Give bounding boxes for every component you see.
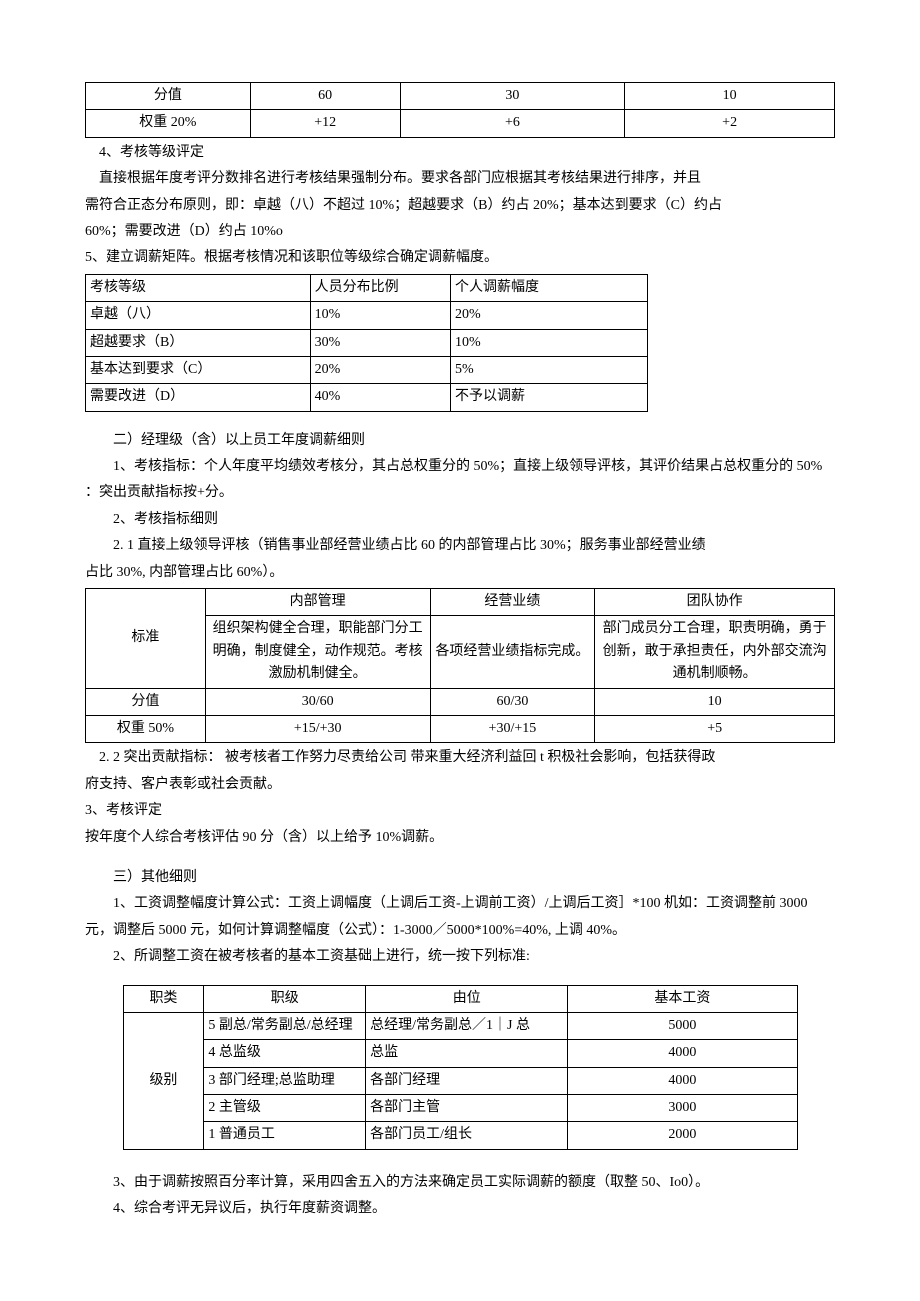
paragraph: ：突出贡献指标按+分。 (85, 482, 835, 504)
paragraph: 60%；需要改进（D）约占 10%o (85, 221, 835, 243)
cell: 4 总监级 (204, 1040, 366, 1067)
cell: 权重 20% (86, 110, 251, 137)
cell: 基本达到要求（C） (86, 356, 311, 383)
paragraph: 4、综合考评无异议后，执行年度薪资调整。 (85, 1198, 835, 1220)
paragraph: 按年度个人综合考核评估 90 分（含）以上给予 10%调薪。 (85, 827, 835, 849)
cell: +15/+30 (205, 715, 430, 742)
cell: 1 普通员工 (204, 1122, 366, 1149)
cell: 组织架构健全合理，职能部门分工明确，制度健全，动作规范。考核激励机制健全。 (205, 616, 430, 688)
header-cell: 标准 (86, 589, 206, 689)
cell: 5000 (568, 1012, 797, 1039)
header-cell: 人员分布比例 (310, 274, 450, 301)
heading-4: 4、考核等级评定 (85, 142, 835, 164)
cell: 2 主管级 (204, 1095, 366, 1122)
cell: 30% (310, 329, 450, 356)
cell: 40% (310, 384, 450, 411)
cell: 分值 (86, 688, 206, 715)
cell: 10% (310, 302, 450, 329)
heading-5: 5、建立调薪矩阵。根据考核情况和该职位等级综合确定调薪幅度。 (85, 247, 835, 269)
cell: 20% (310, 356, 450, 383)
cell: 5% (450, 356, 647, 383)
cell: 总经理/常务副总／1｜J 总 (366, 1012, 568, 1039)
header-cell: 经营业绩 (430, 589, 595, 616)
header-cell: 基本工资 (568, 985, 797, 1012)
cell: +30/+15 (430, 715, 595, 742)
cell: 各部门经理 (366, 1067, 568, 1094)
cell: 4000 (568, 1040, 797, 1067)
header-cell: 职级 (204, 985, 366, 1012)
cell: 10% (450, 329, 647, 356)
cell: 超越要求（B） (86, 329, 311, 356)
cell: 总监 (366, 1040, 568, 1067)
cell: 卓越（八） (86, 302, 311, 329)
paragraph: 3、由于调薪按照百分率计算，采用四舍五入的方法来确定员工实际调薪的额度（取整 5… (85, 1172, 835, 1194)
cell: 各部门员工/组长 (366, 1122, 568, 1149)
cell: 分值 (86, 83, 251, 110)
cell: +2 (625, 110, 835, 137)
cell: +6 (400, 110, 625, 137)
cell: 20% (450, 302, 647, 329)
cell: 各部门主管 (366, 1095, 568, 1122)
cell: 5 副总/常务副总/总经理 (204, 1012, 366, 1039)
paragraph: 占比 30%, 内部管理占比 60%）。 (85, 562, 835, 584)
cell: 60 (250, 83, 400, 110)
header-cell: 由位 (366, 985, 568, 1012)
paragraph: 2. 1 直接上级领导评核（销售事业部经营业绩占比 60 的内部管理占比 30%… (85, 535, 835, 557)
header-cell: 个人调薪幅度 (450, 274, 647, 301)
cell: 10 (625, 83, 835, 110)
header-cell: 团队协作 (595, 589, 835, 616)
heading-3: 3、考核评定 (85, 800, 835, 822)
heading-section-2: 二）经理级（含）以上员工年度调薪细则 (85, 430, 835, 452)
paragraph: 需符合正态分布原则，即：卓越（八）不超过 10%；超越要求（B）约占 20%；基… (85, 195, 835, 217)
criteria-table: 标准 内部管理 经营业绩 团队协作 组织架构健全合理，职能部门分工明确，制度健全… (85, 588, 835, 743)
cell: 不予以调薪 (450, 384, 647, 411)
heading-section-3: 三）其他细则 (85, 867, 835, 889)
base-salary-table: 职类 职级 由位 基本工资 级别 5 副总/常务副总/总经理 总经理/常务副总／… (123, 985, 798, 1150)
paragraph: 1、工资调整幅度计算公式：工资上调幅度（上调后工资-上调前工资）/上调后工资］*… (85, 893, 835, 915)
salary-matrix-table: 考核等级 人员分布比例 个人调薪幅度 卓越（八）10%20% 超越要求（B）30… (85, 274, 648, 412)
paragraph: 元，调整后 5000 元，如何计算调整幅度（公式）：1-3000／5000*10… (85, 920, 835, 942)
score-table-1: 分值 60 30 10 权重 20% +12 +6 +2 (85, 82, 835, 138)
cell: 各项经营业绩指标完成。 (430, 616, 595, 688)
cell: 权重 50% (86, 715, 206, 742)
paragraph: 2. 2 突出贡献指标： 被考核者工作努力尽责给公司 带来重大经济利益回 t 积… (85, 747, 835, 769)
cell: 部门成员分工合理，职责明确，勇于创新，敢于承担责任，内外部交流沟通机制顺畅。 (595, 616, 835, 688)
cell: 30 (400, 83, 625, 110)
cell: 60/30 (430, 688, 595, 715)
cell: 需要改进（D） (86, 384, 311, 411)
cell: 10 (595, 688, 835, 715)
cell: 2000 (568, 1122, 797, 1149)
paragraph: 1、考核指标：个人年度平均绩效考核分，其占总权重分的 50%；直接上级领导评核，… (85, 456, 835, 478)
paragraph: 直接根据年度考评分数排名进行考核结果强制分布。要求各部门应根据其考核结果进行排序… (85, 168, 835, 190)
paragraph: 2、考核指标细则 (85, 509, 835, 531)
cell: +12 (250, 110, 400, 137)
header-cell: 考核等级 (86, 274, 311, 301)
cell: 4000 (568, 1067, 797, 1094)
side-cell: 级别 (123, 1012, 204, 1149)
header-cell: 内部管理 (205, 589, 430, 616)
paragraph: 府支持、客户表彰或社会贡献。 (85, 774, 835, 796)
cell: 3 部门经理;总监助理 (204, 1067, 366, 1094)
cell: 30/60 (205, 688, 430, 715)
paragraph: 2、所调整工资在被考核者的基本工资基础上进行，统一按下列标准: (85, 946, 835, 968)
header-cell: 职类 (123, 985, 204, 1012)
cell: +5 (595, 715, 835, 742)
cell: 3000 (568, 1095, 797, 1122)
